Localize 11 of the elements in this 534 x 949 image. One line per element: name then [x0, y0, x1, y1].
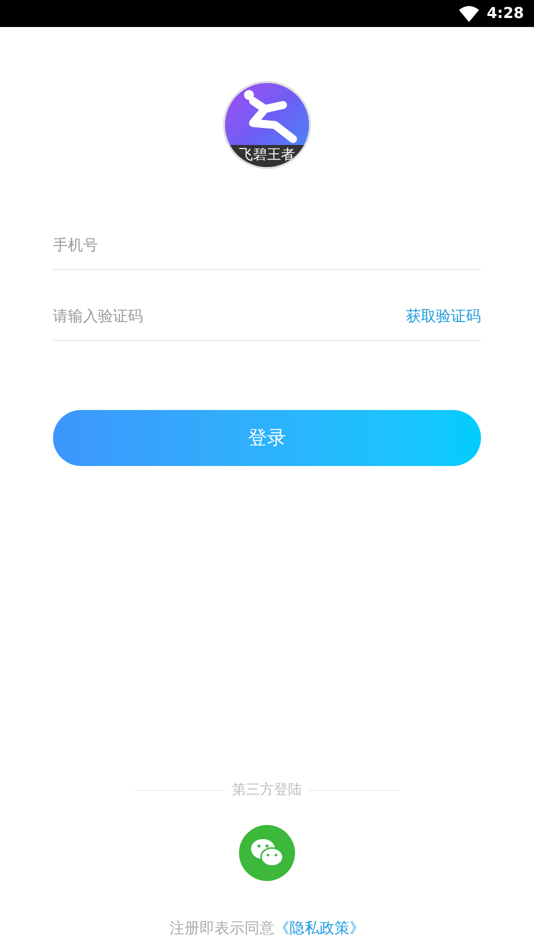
phone-field[interactable]: 手机号 [53, 234, 481, 256]
logo-caption: 飞碧王者 [239, 146, 295, 165]
get-code-link[interactable]: 获取验证码 [406, 304, 481, 328]
status-time: 4:28 [486, 3, 524, 24]
privacy-policy-link[interactable]: 《隐私政策》 [274, 916, 364, 939]
third-party-title: 第三方登陆 [232, 780, 302, 800]
agreement-text: 注册即表示同意 [170, 918, 274, 938]
code-field[interactable]: 请输入验证码 [53, 304, 406, 328]
chat-bubbles-icon [250, 838, 284, 868]
wifi-icon [458, 6, 479, 22]
login-button[interactable]: 登录 [53, 410, 481, 466]
